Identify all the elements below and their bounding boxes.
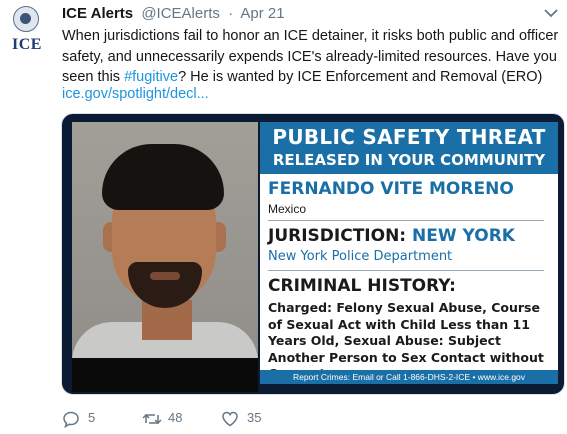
jurisdiction-value: NEW YORK (412, 226, 515, 246)
person-name: FERNANDO VITE MORENO (268, 179, 514, 199)
like-button[interactable]: 35 (221, 408, 265, 430)
person-country: Mexico (268, 202, 307, 216)
poster-subtitle: RELEASED IN YOUR COMMUNITY (272, 151, 546, 169)
tweet-header: ICE Alerts @ICEAlerts · Apr 21 (62, 4, 285, 24)
retweet-button[interactable]: 48 (142, 408, 192, 430)
avatar-ice-text: ICE (12, 36, 42, 53)
criminal-history-label: CRIMINAL HISTORY: (268, 276, 456, 296)
retweet-count: 48 (168, 410, 183, 425)
user-handle[interactable]: @ICEAlerts (141, 5, 220, 22)
poster-title: PUBLIC SAFETY THREAT (272, 125, 546, 149)
retweet-icon (142, 413, 162, 425)
poster-footer: Report Crimes: Email or Call 1-866-DHS-2… (260, 370, 558, 384)
like-count: 35 (247, 410, 262, 425)
tweet-date[interactable]: Apr 21 (240, 5, 284, 22)
tweet-media-image[interactable]: PUBLIC SAFETY THREAT RELEASED IN YOUR CO… (61, 113, 565, 395)
reply-count: 5 (88, 410, 96, 425)
heart-icon (222, 411, 238, 427)
divider (268, 270, 544, 271)
account-avatar[interactable]: ICE (8, 6, 42, 56)
jurisdiction: JURISDICTION: NEW YORK (268, 226, 515, 246)
header-separator: · (228, 5, 234, 22)
hashtag-link[interactable]: #fugitive (124, 69, 178, 85)
poster-header: PUBLIC SAFETY THREAT RELEASED IN YOUR CO… (260, 122, 558, 174)
display-name[interactable]: ICE Alerts (62, 5, 133, 22)
reply-icon (63, 411, 79, 428)
more-options-chevron-down-icon[interactable] (541, 4, 561, 20)
tweet-text-part-2: ? He is wanted by ICE Enforcement and Re… (178, 69, 543, 85)
poster-panel: PUBLIC SAFETY THREAT RELEASED IN YOUR CO… (260, 122, 558, 384)
tweet-url-link[interactable]: ice.gov/spotlight/decl... (62, 84, 209, 104)
reply-button[interactable]: 5 (62, 408, 102, 430)
divider (268, 220, 544, 221)
dhs-seal-icon (13, 6, 39, 32)
tweet[interactable]: ICE ICE Alerts @ICEAlerts · Apr 21 When … (0, 0, 567, 434)
department: New York Police Department (268, 249, 453, 264)
tweet-body: When jurisdictions fail to honor an ICE … (62, 26, 562, 88)
mugshot-photo (72, 122, 258, 392)
jurisdiction-label: JURISDICTION: (268, 226, 407, 246)
